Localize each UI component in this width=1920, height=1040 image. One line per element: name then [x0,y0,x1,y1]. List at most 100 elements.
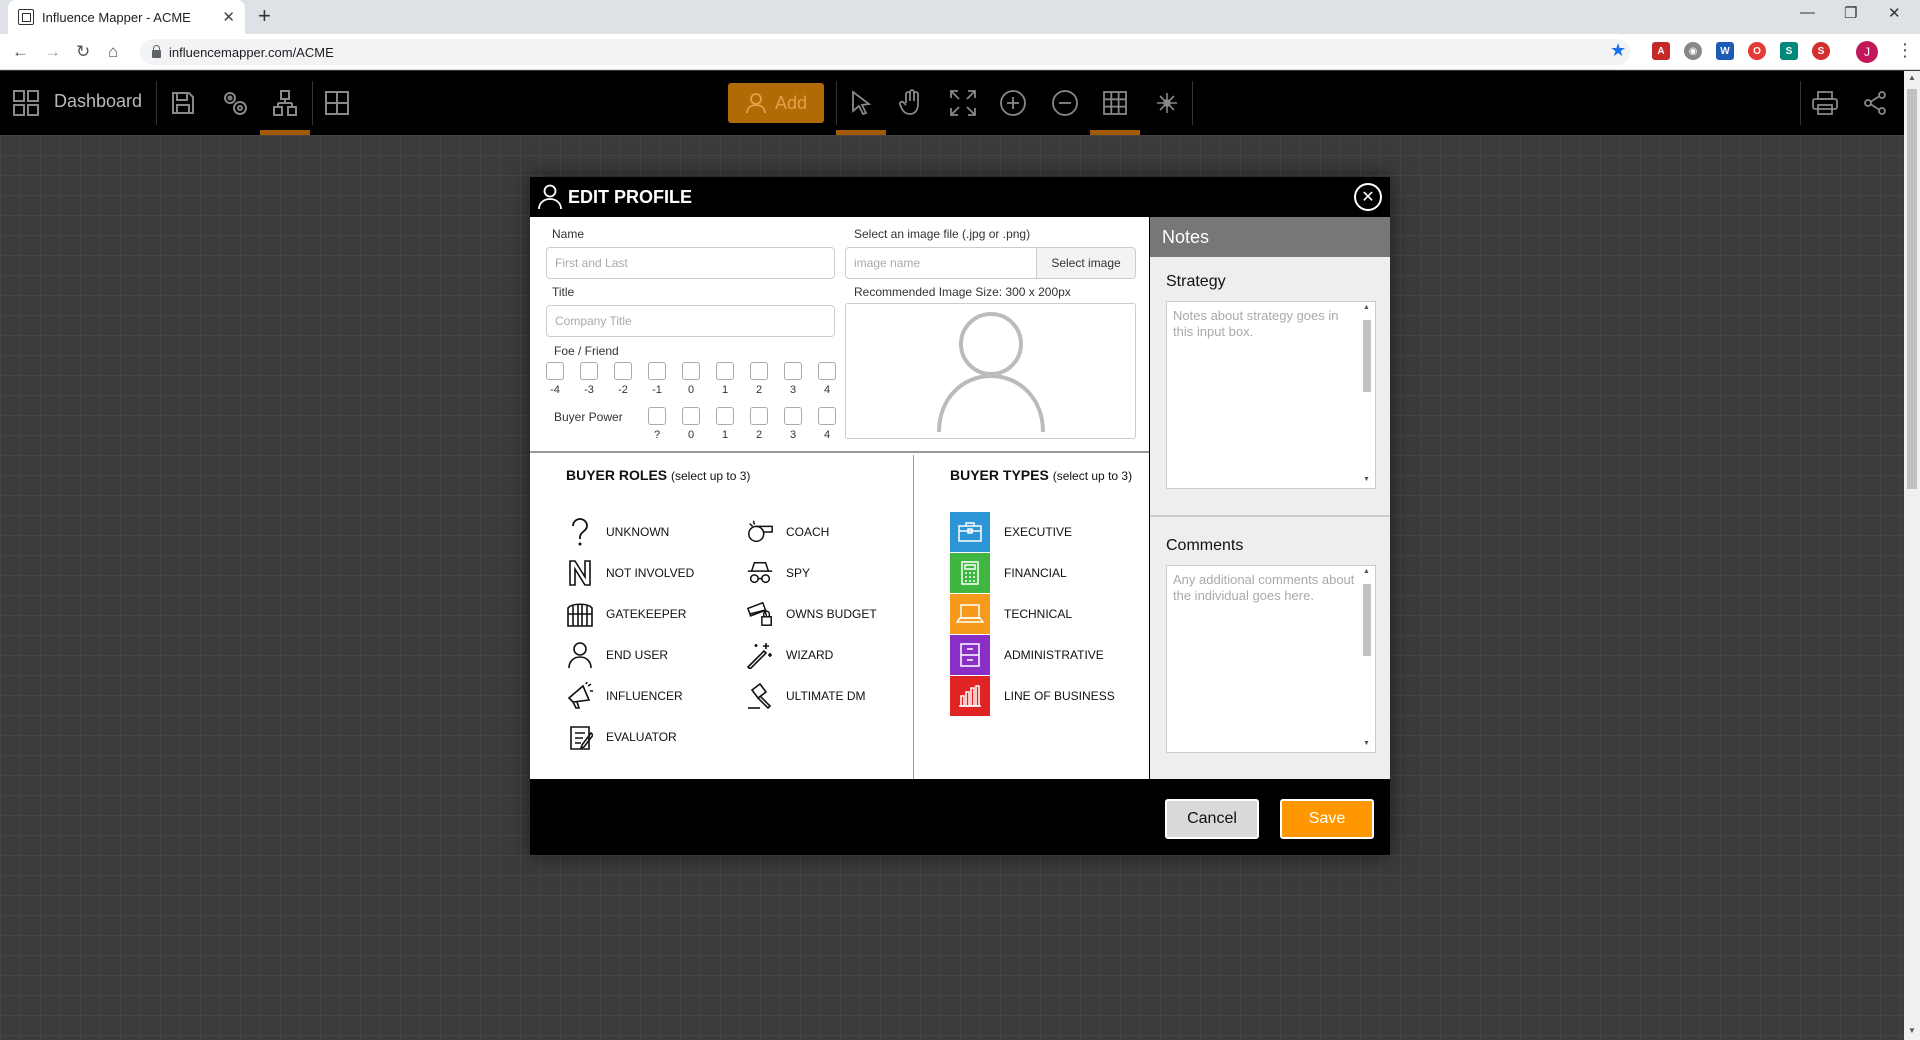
back-icon[interactable]: ← [12,42,29,62]
buyer-power-checkbox[interactable] [682,407,700,425]
buyer-roles-section: BUYER ROLES (select up to 3) UNKNOWN NOT… [530,455,914,779]
role-label: UNKNOWN [606,525,670,539]
role-not-involved[interactable]: NOT INVOLVED [566,558,694,588]
dashboard-icon[interactable] [4,71,48,135]
save-button[interactable]: Save [1280,799,1374,839]
notes-divider [1150,515,1390,517]
type-executive[interactable]: EXECUTIVE [950,512,1072,552]
browser-tab[interactable]: Influence Mapper - ACME ✕ [8,0,245,34]
pdf-extension-icon[interactable]: A [1652,42,1670,60]
notes-pane: Notes Strategy Notes about strategy goes… [1150,217,1390,779]
url-bar[interactable]: influencemapper.com/ACME [140,39,1630,65]
role-influencer[interactable]: INFLUENCER [566,681,683,711]
scroll-down-arrow-icon[interactable]: ▼ [1363,476,1370,485]
role-label: ULTIMATE DM [786,689,866,703]
zoom-in-icon[interactable] [988,71,1038,135]
minimize-icon[interactable]: — [1800,4,1815,21]
hierarchy-icon[interactable] [260,71,310,135]
pan-hand-icon[interactable] [886,71,936,135]
type-administrative[interactable]: ADMINISTRATIVE [950,635,1104,675]
foe-friend-checkbox[interactable] [546,362,564,380]
opera-extension-icon[interactable]: O [1748,42,1766,60]
name-input[interactable]: First and Last [546,247,835,279]
buyer-power-checkbox[interactable] [716,407,734,425]
scrollbar-thumb[interactable] [1907,89,1917,489]
role-end-user[interactable]: END USER [566,640,668,670]
buyer-power-checkbox[interactable] [750,407,768,425]
profile-avatar[interactable]: J [1856,41,1878,63]
foe-friend-checkbox[interactable] [682,362,700,380]
scroll-down-arrow-icon[interactable]: ▼ [1363,740,1370,749]
role-ultimate-dm[interactable]: ULTIMATE DM [746,681,866,711]
print-icon[interactable] [1800,71,1850,135]
title-input[interactable]: Company Title [546,305,835,337]
type-financial[interactable]: FINANCIAL [950,553,1067,593]
new-tab-icon[interactable]: + [258,3,271,29]
dashboard-label[interactable]: Dashboard [54,91,142,112]
pointer-icon[interactable] [836,71,886,135]
s-extension-icon[interactable]: S [1780,42,1798,60]
select-image-button[interactable]: Select image [1036,247,1136,279]
foe-friend-checkbox[interactable] [818,362,836,380]
foe-friend-checkbox[interactable] [648,362,666,380]
comments-textarea[interactable]: Any additional comments about the indivi… [1166,565,1376,753]
foe-friend-checkbox[interactable] [614,362,632,380]
s2-extension-icon[interactable]: S [1812,42,1830,60]
save-disk-icon[interactable] [158,71,208,135]
scroll-up-arrow-icon[interactable]: ▲ [1363,568,1370,577]
bookmark-star-icon[interactable]: ★ [1610,40,1626,61]
comments-scrollbar[interactable]: ▲ ▼ [1361,568,1373,750]
restore-icon[interactable]: ❐ [1844,4,1857,22]
cancel-button[interactable]: Cancel [1165,799,1259,839]
strategy-textarea[interactable]: Notes about strategy goes in this input … [1166,301,1376,489]
scrollbar-thumb[interactable] [1363,320,1371,392]
image-preview[interactable] [845,303,1136,439]
buyer-power-checkbox[interactable] [784,407,802,425]
settings-gears-icon[interactable] [210,71,260,135]
window-close-icon[interactable]: ✕ [1888,4,1901,22]
page-scrollbar[interactable]: ▲ ▼ [1904,71,1920,1040]
role-wizard[interactable]: WIZARD [746,640,833,670]
role-owns-budget[interactable]: OWNS BUDGET [746,599,877,629]
type-line-of-business[interactable]: LINE OF BUSINESS [950,676,1115,716]
laptop-icon [950,594,990,634]
share-icon[interactable] [1850,71,1900,135]
foe-friend-checkbox[interactable] [750,362,768,380]
type-technical[interactable]: TECHNICAL [950,594,1072,634]
zoom-out-icon[interactable] [1040,71,1090,135]
add-button[interactable]: Add [728,83,824,123]
grid-toggle-icon[interactable] [1090,71,1140,135]
buyer-power-checkbox[interactable] [648,407,666,425]
scrollbar-thumb[interactable] [1363,584,1371,656]
tab-close-icon[interactable]: ✕ [222,8,235,26]
modal-close-icon[interactable]: ✕ [1354,183,1382,211]
role-gatekeeper[interactable]: GATEKEEPER [566,599,686,629]
word-extension-icon[interactable]: W [1716,42,1734,60]
foe-friend-checkbox[interactable] [716,362,734,380]
scroll-up-arrow-icon[interactable]: ▲ [1908,73,1916,82]
role-unknown[interactable]: UNKNOWN [566,517,669,547]
role-spy[interactable]: SPY [746,558,810,588]
foe-friend-checkbox[interactable] [784,362,802,380]
reload-icon[interactable]: ↻ [76,42,90,62]
scroll-up-arrow-icon[interactable]: ▲ [1363,304,1370,313]
role-label: END USER [606,648,669,662]
profile-basic-info: Name First and Last Title Company Title … [530,217,1149,453]
forward-icon[interactable]: → [44,42,61,62]
layout-grid-icon[interactable] [312,71,362,135]
role-coach[interactable]: COACH [746,517,829,547]
type-label: FINANCIAL [1004,566,1067,580]
home-icon[interactable]: ⌂ [108,42,118,62]
snap-icon[interactable] [1142,71,1192,135]
extension-icon[interactable]: ◉ [1684,42,1702,60]
role-evaluator[interactable]: EVALUATOR [566,722,677,752]
browser-menu-icon[interactable]: ⋮ [1896,40,1914,61]
scroll-down-arrow-icon[interactable]: ▼ [1908,1026,1916,1035]
strategy-scrollbar[interactable]: ▲ ▼ [1361,304,1373,486]
buyer-roles-title-text: BUYER ROLES [566,467,668,483]
buyer-power-checkbox[interactable] [818,407,836,425]
foe-friend-checkbox[interactable] [580,362,598,380]
fit-screen-icon[interactable] [938,71,988,135]
image-name-input[interactable]: image name [845,247,1037,279]
gavel-icon [746,681,774,711]
